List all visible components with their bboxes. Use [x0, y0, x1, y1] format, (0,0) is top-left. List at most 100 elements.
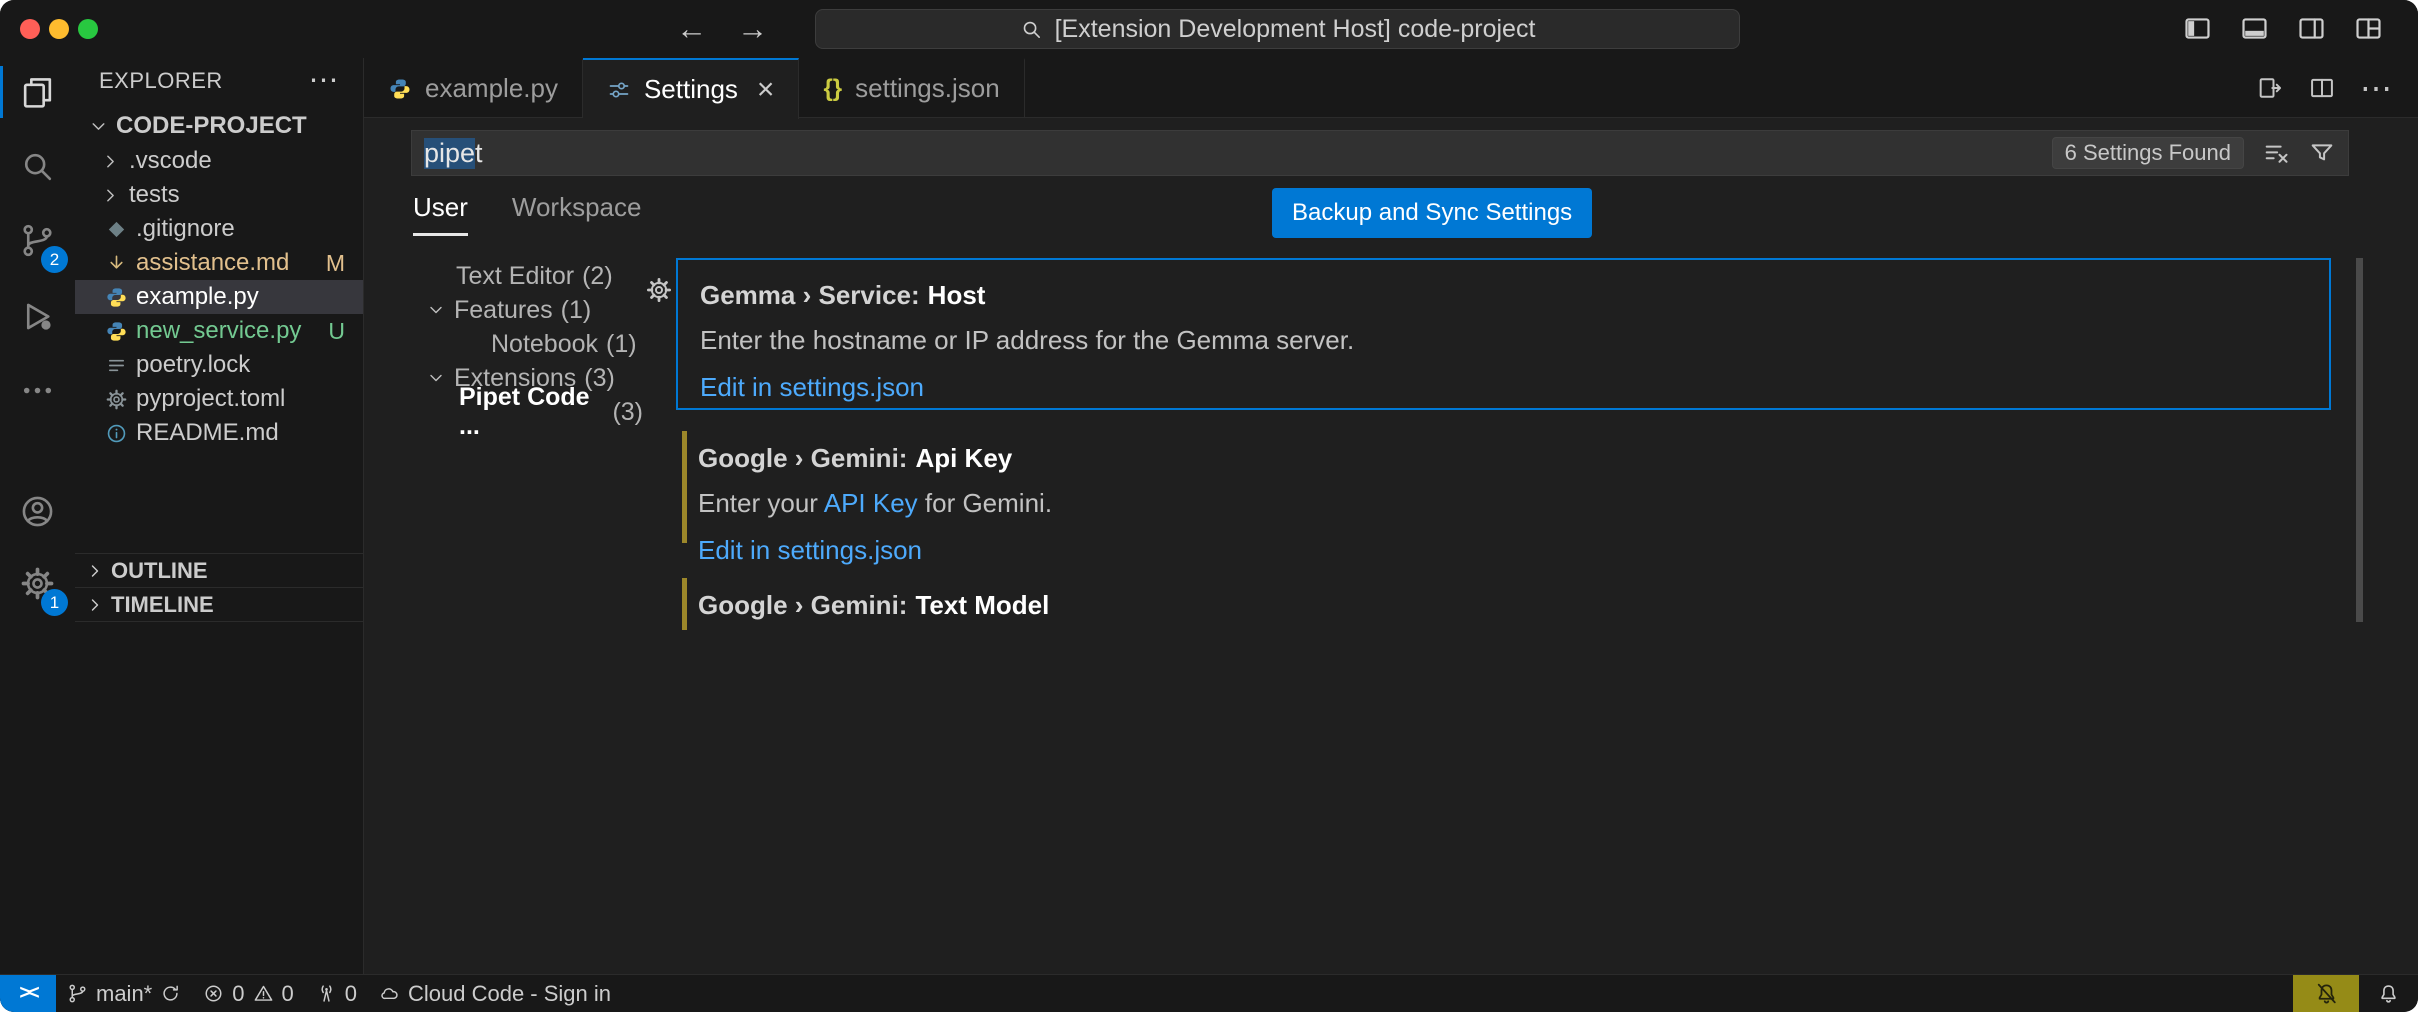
accounts-button[interactable]	[0, 481, 75, 541]
explorer-title: EXPLORER	[99, 68, 223, 94]
tree-item-tests[interactable]: tests	[75, 178, 363, 212]
tab-label: Settings	[644, 74, 738, 105]
problems-status[interactable]: 0 0	[192, 975, 305, 1012]
toc-label: Text Editor	[456, 262, 574, 291]
toc-count: (1)	[606, 330, 637, 359]
tab-settings[interactable]: Settings ×	[583, 58, 799, 119]
manage-settings-button[interactable]: 1	[0, 553, 75, 613]
search-icon	[1020, 18, 1043, 41]
setting-key: Host	[928, 280, 986, 310]
toc-pipet-code[interactable]: Pipet Code ... (3)	[421, 395, 643, 429]
minimize-window-button[interactable]	[49, 19, 69, 39]
chevron-down-icon	[426, 368, 446, 388]
git-branch-status[interactable]: main*	[56, 975, 192, 1012]
toc-notebook[interactable]: Notebook (1)	[421, 327, 643, 361]
settings-list: Gemma › Service:Host Enter the hostname …	[676, 258, 2331, 630]
edit-in-settings-json-link[interactable]: Edit in settings.json	[700, 372, 924, 403]
clear-settings-search-icon[interactable]	[2262, 139, 2290, 167]
source-control-view-button[interactable]: 2	[0, 210, 75, 270]
section-label: TIMELINE	[111, 592, 214, 618]
tree-item-gitignore[interactable]: .gitignore	[75, 212, 363, 246]
notifications-status[interactable]	[2359, 975, 2418, 1012]
setting-key: Text Model	[915, 590, 1049, 620]
maximize-window-button[interactable]	[78, 19, 98, 39]
remote-indicator[interactable]: ><	[0, 975, 56, 1012]
explorer-sidebar: EXPLORER ⋯ CODE-PROJECT .vscode tests .g…	[75, 58, 364, 974]
editor-area: example.py Settings × {} settings.json ⋯…	[364, 58, 2418, 974]
file-name: new_service.py	[136, 317, 301, 345]
sync-icon	[160, 983, 181, 1004]
tree-item-example-py[interactable]: example.py	[75, 280, 363, 314]
tree-item-new-service-py[interactable]: new_service.py U	[75, 314, 363, 348]
navigate-forward-button[interactable]: →	[737, 11, 768, 47]
filter-settings-icon[interactable]	[2308, 139, 2336, 167]
chevron-right-icon	[85, 595, 105, 615]
close-window-button[interactable]	[20, 19, 40, 39]
tree-item-assistance-md[interactable]: assistance.md M	[75, 246, 363, 280]
toggle-secondary-sidebar-icon[interactable]	[2296, 13, 2327, 44]
cloud-code-sign-in[interactable]: Cloud Code - Sign in	[368, 975, 622, 1012]
settings-scrollbar[interactable]	[2356, 258, 2363, 622]
toc-features[interactable]: Features (1)	[421, 293, 643, 327]
settings-found-badge: 6 Settings Found	[2052, 137, 2244, 169]
scope-tab-user[interactable]: User	[413, 192, 468, 236]
customize-layout-icon[interactable]	[2353, 13, 2384, 44]
traffic-lights	[20, 19, 98, 39]
section-label: OUTLINE	[111, 558, 208, 584]
chevron-right-icon	[100, 151, 121, 172]
toc-label: Features	[454, 296, 553, 325]
toc-text-editor[interactable]: Text Editor (2)	[421, 259, 643, 293]
navigate-back-button[interactable]: ←	[676, 11, 707, 47]
toggle-panel-icon[interactable]	[2239, 13, 2270, 44]
do-not-disturb-status[interactable]	[2293, 975, 2359, 1012]
file-name: .gitignore	[136, 215, 235, 243]
edit-in-settings-json-link[interactable]: Edit in settings.json	[698, 535, 922, 566]
tree-root-code-project[interactable]: CODE-PROJECT	[75, 108, 363, 144]
chevron-down-icon	[426, 300, 446, 320]
command-center[interactable]: [Extension Development Host] code-projec…	[815, 9, 1740, 49]
tree-item-pyproject-toml[interactable]: pyproject.toml	[75, 382, 363, 416]
additional-views-button[interactable]	[0, 360, 75, 420]
api-key-link[interactable]: API Key	[824, 488, 918, 518]
python-file-icon	[105, 286, 128, 309]
toc-label: Notebook	[491, 330, 598, 359]
tree-item-vscode[interactable]: .vscode	[75, 144, 363, 178]
tree-item-poetry-lock[interactable]: poetry.lock	[75, 348, 363, 382]
setting-google-gemini-text-model[interactable]: Google › Gemini: Text Model	[676, 570, 2331, 630]
outline-section-header[interactable]: OUTLINE	[75, 553, 363, 588]
markdown-file-icon	[105, 252, 128, 275]
source-control-badge: 2	[41, 246, 68, 273]
ports-status[interactable]: 0	[305, 975, 368, 1012]
chevron-down-icon	[88, 116, 109, 137]
search-view-button[interactable]	[0, 136, 75, 196]
setting-key: Api Key	[915, 443, 1012, 473]
setting-context-gear-icon[interactable]	[645, 276, 673, 304]
timeline-section-header[interactable]: TIMELINE	[75, 587, 363, 622]
backup-and-sync-settings-button[interactable]: Backup and Sync Settings	[1272, 188, 1592, 238]
toc-count: (2)	[582, 262, 613, 291]
editor-tab-bar: example.py Settings × {} settings.json ⋯	[364, 58, 2418, 118]
toc-count: (3)	[612, 398, 643, 427]
tree-item-readme-md[interactable]: README.md	[75, 416, 363, 450]
branch-name: main*	[96, 981, 152, 1007]
setting-category: Google › Gemini:	[698, 590, 907, 620]
run-and-debug-view-button[interactable]	[0, 286, 75, 346]
setting-google-gemini-api-key[interactable]: Google › Gemini:Api Key Enter your API K…	[676, 423, 2331, 551]
tab-settings-json[interactable]: {} settings.json	[799, 58, 1024, 117]
tab-example-py[interactable]: example.py	[364, 58, 583, 117]
warning-icon	[253, 983, 274, 1004]
toggle-primary-sidebar-icon[interactable]	[2182, 13, 2213, 44]
gitignore-file-icon	[105, 218, 128, 241]
settings-search-input[interactable]: pipet 6 Settings Found	[411, 130, 2349, 176]
explorer-view-button[interactable]	[0, 62, 75, 122]
search-icon	[19, 148, 56, 185]
scope-tab-workspace[interactable]: Workspace	[512, 192, 642, 236]
setting-gemma-service-host[interactable]: Gemma › Service:Host Enter the hostname …	[676, 258, 2331, 410]
search-value-selected: pipe	[424, 138, 475, 169]
radio-tower-icon	[316, 983, 337, 1004]
settings-badge: 1	[41, 589, 68, 616]
split-editor-icon[interactable]	[2308, 74, 2336, 102]
search-value-rest: t	[475, 138, 483, 169]
folder-name: tests	[129, 181, 180, 209]
open-changes-icon[interactable]	[2256, 74, 2284, 102]
